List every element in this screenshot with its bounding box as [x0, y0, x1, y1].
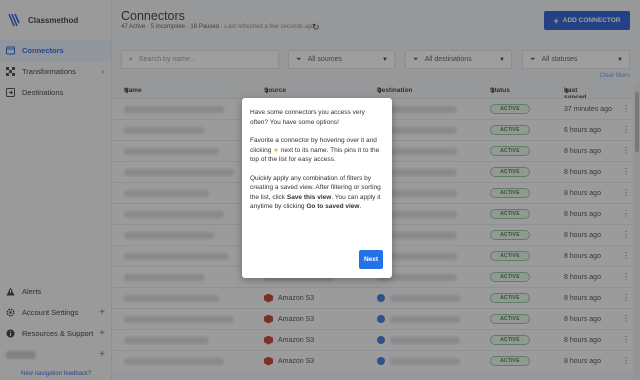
- dialog-text: .: [359, 203, 362, 210]
- app-window: Classmethod Connectors Transformations ›…: [0, 0, 640, 380]
- dialog-paragraph-3: Quickly apply any combination of filters…: [250, 174, 384, 212]
- dialog-paragraph-2: Favorite a connector by hovering over it…: [250, 136, 384, 165]
- next-button[interactable]: Next: [359, 250, 383, 269]
- star-icon: ★: [273, 146, 279, 154]
- save-this-view-text: Save this view: [286, 193, 332, 201]
- tips-dialog: Have some connectors you access very oft…: [242, 98, 392, 278]
- dialog-paragraph-1: Have some connectors you access very oft…: [250, 109, 365, 126]
- go-to-saved-view-text: Go to saved view: [306, 203, 360, 210]
